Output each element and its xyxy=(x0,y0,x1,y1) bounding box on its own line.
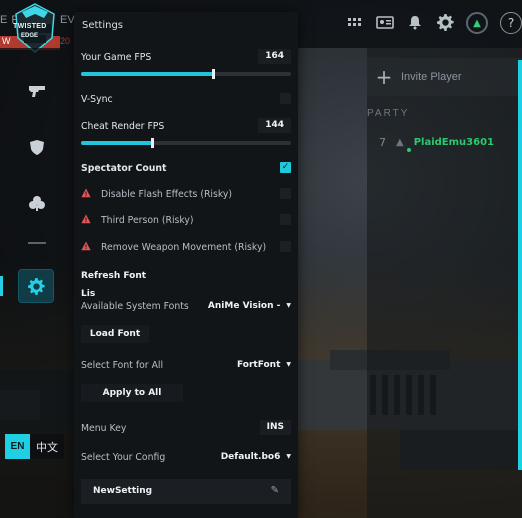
font-for-all-label: Select Font for All xyxy=(81,360,164,371)
font-for-all-dropdown[interactable]: FortFont ▼ xyxy=(237,360,291,370)
system-fonts-value: AniMe Vision - xyxy=(207,301,281,311)
spectator-checkbox[interactable]: ✓ xyxy=(280,162,291,173)
settings-title: Settings xyxy=(82,20,124,31)
new-setting-label: NewSetting xyxy=(93,486,153,496)
cheat-fps-slider[interactable] xyxy=(81,138,291,148)
rail-active-indicator xyxy=(0,276,3,296)
risky-thirdperson-checkbox[interactable] xyxy=(280,214,291,225)
game-fps-slider-fill xyxy=(81,72,213,76)
help-button[interactable]: ? xyxy=(500,12,522,34)
risky-weapon-checkbox[interactable] xyxy=(280,241,291,252)
grid-icon[interactable] xyxy=(346,14,364,32)
cheat-fps-label: Cheat Render FPS xyxy=(81,121,165,132)
member-level: 7 xyxy=(379,136,386,149)
party-header: PARTY xyxy=(367,108,410,119)
menu-key-value[interactable]: INS xyxy=(259,420,291,435)
system-fonts-dropdown[interactable]: AniMe Vision - ▼ xyxy=(208,301,291,311)
cheat-fps-slider-fill xyxy=(81,141,152,145)
plus-icon: + xyxy=(375,65,393,89)
dropdown-arrow-icon: ▼ xyxy=(286,453,291,460)
config-label: Select Your Config xyxy=(81,452,166,463)
font-for-all-value: FortFont xyxy=(236,360,281,370)
invite-player-label: Invite Player xyxy=(401,71,462,83)
game-fps-label: Your Game FPS xyxy=(81,52,152,63)
game-fps-value[interactable]: 164 xyxy=(258,49,291,64)
dropdown-arrow-icon: ▼ xyxy=(286,361,291,368)
vsync-label: V-Sync xyxy=(81,94,113,105)
right-accent-strip xyxy=(518,60,522,470)
cheat-fps-value[interactable]: 144 xyxy=(258,118,291,133)
party-member-row[interactable]: 7 ▲ PlaidEmu3601 xyxy=(379,136,494,152)
lang-zh-button[interactable]: 中文 xyxy=(30,434,64,459)
cheat-fps-slider-handle[interactable] xyxy=(151,138,154,148)
rank-icon: ▲ xyxy=(396,137,404,148)
shield-icon[interactable] xyxy=(26,136,48,158)
lang-en-button[interactable]: EN xyxy=(5,434,30,459)
gun-icon[interactable] xyxy=(26,80,48,102)
game-fps-slider[interactable] xyxy=(81,69,291,79)
config-dropdown[interactable]: Default.bo6 ▼ xyxy=(221,452,291,462)
spectator-label: Spectator Count xyxy=(81,163,167,174)
warning-icon xyxy=(81,214,91,224)
refresh-font-list-button[interactable]: Refresh Font Lis xyxy=(81,267,153,299)
top-icon-group: ▲ ? 7 xyxy=(346,12,522,34)
bell-icon[interactable] xyxy=(406,14,424,32)
config-value: Default.bo6 xyxy=(220,452,281,462)
invite-player-button[interactable]: + Invite Player xyxy=(367,58,522,96)
apply-to-all-button[interactable]: Apply to All xyxy=(81,384,183,402)
id-card-icon[interactable] xyxy=(376,14,394,32)
risky-thirdperson-label: Third Person (Risky) xyxy=(101,215,194,226)
online-status-dot xyxy=(407,148,411,152)
warning-icon xyxy=(81,241,91,251)
system-fonts-label: Available System Fonts xyxy=(81,301,189,312)
rail-divider xyxy=(28,242,46,244)
settings-menu: Settings Your Game FPS 164 V-Sync Cheat … xyxy=(74,12,298,518)
game-fps-slider-handle[interactable] xyxy=(212,69,215,79)
event-banner-subtext-b: 20 xyxy=(60,36,71,46)
risky-flash-label: Disable Flash Effects (Risky) xyxy=(101,189,233,200)
rail-gear-icon[interactable] xyxy=(18,269,54,303)
warning-icon xyxy=(81,188,91,198)
level-badge-icon[interactable]: ▲ xyxy=(466,12,488,34)
risky-flash-checkbox[interactable] xyxy=(280,188,291,199)
pencil-icon[interactable]: ✎ xyxy=(271,485,279,496)
gear-icon[interactable] xyxy=(436,14,454,32)
risky-weapon-label: Remove Weapon Movement (Risky) xyxy=(101,242,267,253)
new-setting-field[interactable]: NewSetting ✎ xyxy=(81,479,291,504)
language-switcher: EN 中文 xyxy=(5,434,64,459)
logo-text-line2: EDGE xyxy=(21,33,39,39)
load-font-button[interactable]: Load Font xyxy=(81,325,149,343)
party-panel: + Invite Player PARTY 7 ▲ PlaidEmu3601 xyxy=(367,48,522,518)
menu-key-label: Menu Key xyxy=(81,423,127,434)
logo-text-line1: TWISTED xyxy=(13,23,47,30)
vsync-checkbox[interactable] xyxy=(280,93,291,104)
tree-icon[interactable] xyxy=(26,192,48,214)
dropdown-arrow-icon: ▼ xyxy=(286,302,291,309)
member-name: PlaidEmu3601 xyxy=(413,137,494,148)
